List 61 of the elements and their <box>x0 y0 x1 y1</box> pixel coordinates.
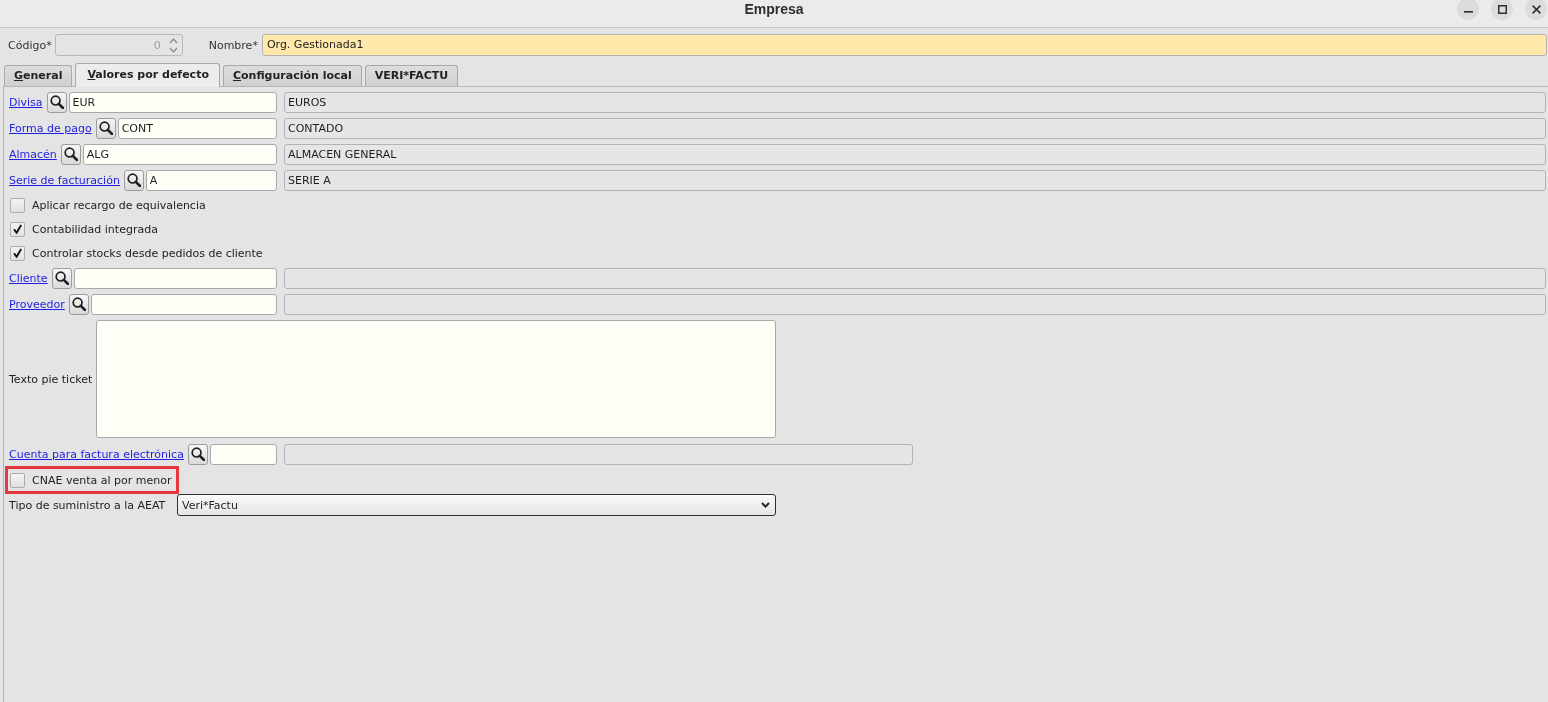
search-button[interactable] <box>51 267 72 289</box>
checkbox-label: Controlar stocks desde pedidos de cliente <box>32 246 263 260</box>
code-input-field[interactable] <box>90 293 277 315</box>
search-icon <box>190 447 205 461</box>
number-field: 0 <box>54 34 183 56</box>
search-icon <box>63 147 78 161</box>
minimize-button[interactable] <box>1457 0 1479 20</box>
checkbox-label: Contabilidad integrada <box>32 222 158 236</box>
checkmark-icon <box>13 248 22 258</box>
code-input-field[interactable]: EUR <box>68 91 277 113</box>
search-icon <box>54 271 69 285</box>
search-icon <box>98 121 113 135</box>
field-link[interactable]: Almacén <box>9 147 57 161</box>
code-input-field[interactable]: ALG <box>82 143 277 165</box>
close-button[interactable] <box>1525 0 1547 20</box>
search-icon <box>71 297 86 311</box>
checkbox[interactable] <box>10 197 25 213</box>
field-link[interactable]: Serie de facturación <box>9 173 120 187</box>
close-icon <box>1531 4 1541 14</box>
field-link[interactable]: Cuenta para factura electrónica <box>9 447 184 461</box>
code-input-field[interactable]: CONT <box>117 117 277 139</box>
checkbox[interactable] <box>10 472 25 488</box>
search-icon <box>49 95 64 109</box>
minimize-icon <box>1463 10 1473 13</box>
code-input-field[interactable] <box>209 443 277 465</box>
search-button[interactable] <box>187 443 208 465</box>
search-icon <box>126 173 141 187</box>
code-label: Código* <box>8 38 52 52</box>
field-link[interactable]: Proveedor <box>9 297 65 311</box>
search-button[interactable] <box>60 143 81 165</box>
textarea-label: Texto pie ticket <box>9 372 93 386</box>
name-label: Nombre* <box>208 38 258 52</box>
field-link[interactable]: Forma de pago <box>9 121 92 135</box>
field-link[interactable]: Divisa <box>9 95 43 109</box>
checkbox-label: Aplicar recargo de equivalencia <box>32 198 206 212</box>
tab[interactable]: Configuración local <box>222 65 362 86</box>
description-field: ALMACEN GENERAL <box>284 143 1546 165</box>
description-field: SERIE A <box>284 169 1546 191</box>
description-field: CONTADO <box>284 117 1546 139</box>
checkbox[interactable] <box>10 245 25 261</box>
checkmark-icon <box>13 224 22 234</box>
checkbox[interactable] <box>10 221 25 237</box>
tab[interactable]: Valores por defecto <box>75 63 220 87</box>
caret-icon <box>761 502 770 508</box>
field-link[interactable]: Cliente <box>9 271 48 285</box>
code-input-field[interactable]: A <box>145 169 277 191</box>
tab[interactable]: General <box>4 65 73 86</box>
window-title: Empresa <box>744 0 804 18</box>
tab[interactable]: VERI*FACTU <box>364 65 459 86</box>
search-button[interactable] <box>95 117 116 139</box>
name-field[interactable]: Org. Gestionada1 <box>261 34 1547 56</box>
dropdown[interactable]: Veri*Factu <box>177 494 776 516</box>
search-button[interactable] <box>46 91 67 113</box>
maximize-icon <box>1497 4 1507 14</box>
code-input-field[interactable] <box>73 267 277 289</box>
search-button[interactable] <box>123 169 144 191</box>
dropdown-label: Tipo de suministro a la AEAT <box>9 498 167 512</box>
checkbox-label: CNAE venta al por menor <box>32 473 172 487</box>
search-button[interactable] <box>68 293 89 315</box>
maximize-button[interactable] <box>1491 0 1513 20</box>
description-field: EUROS <box>284 91 1546 113</box>
